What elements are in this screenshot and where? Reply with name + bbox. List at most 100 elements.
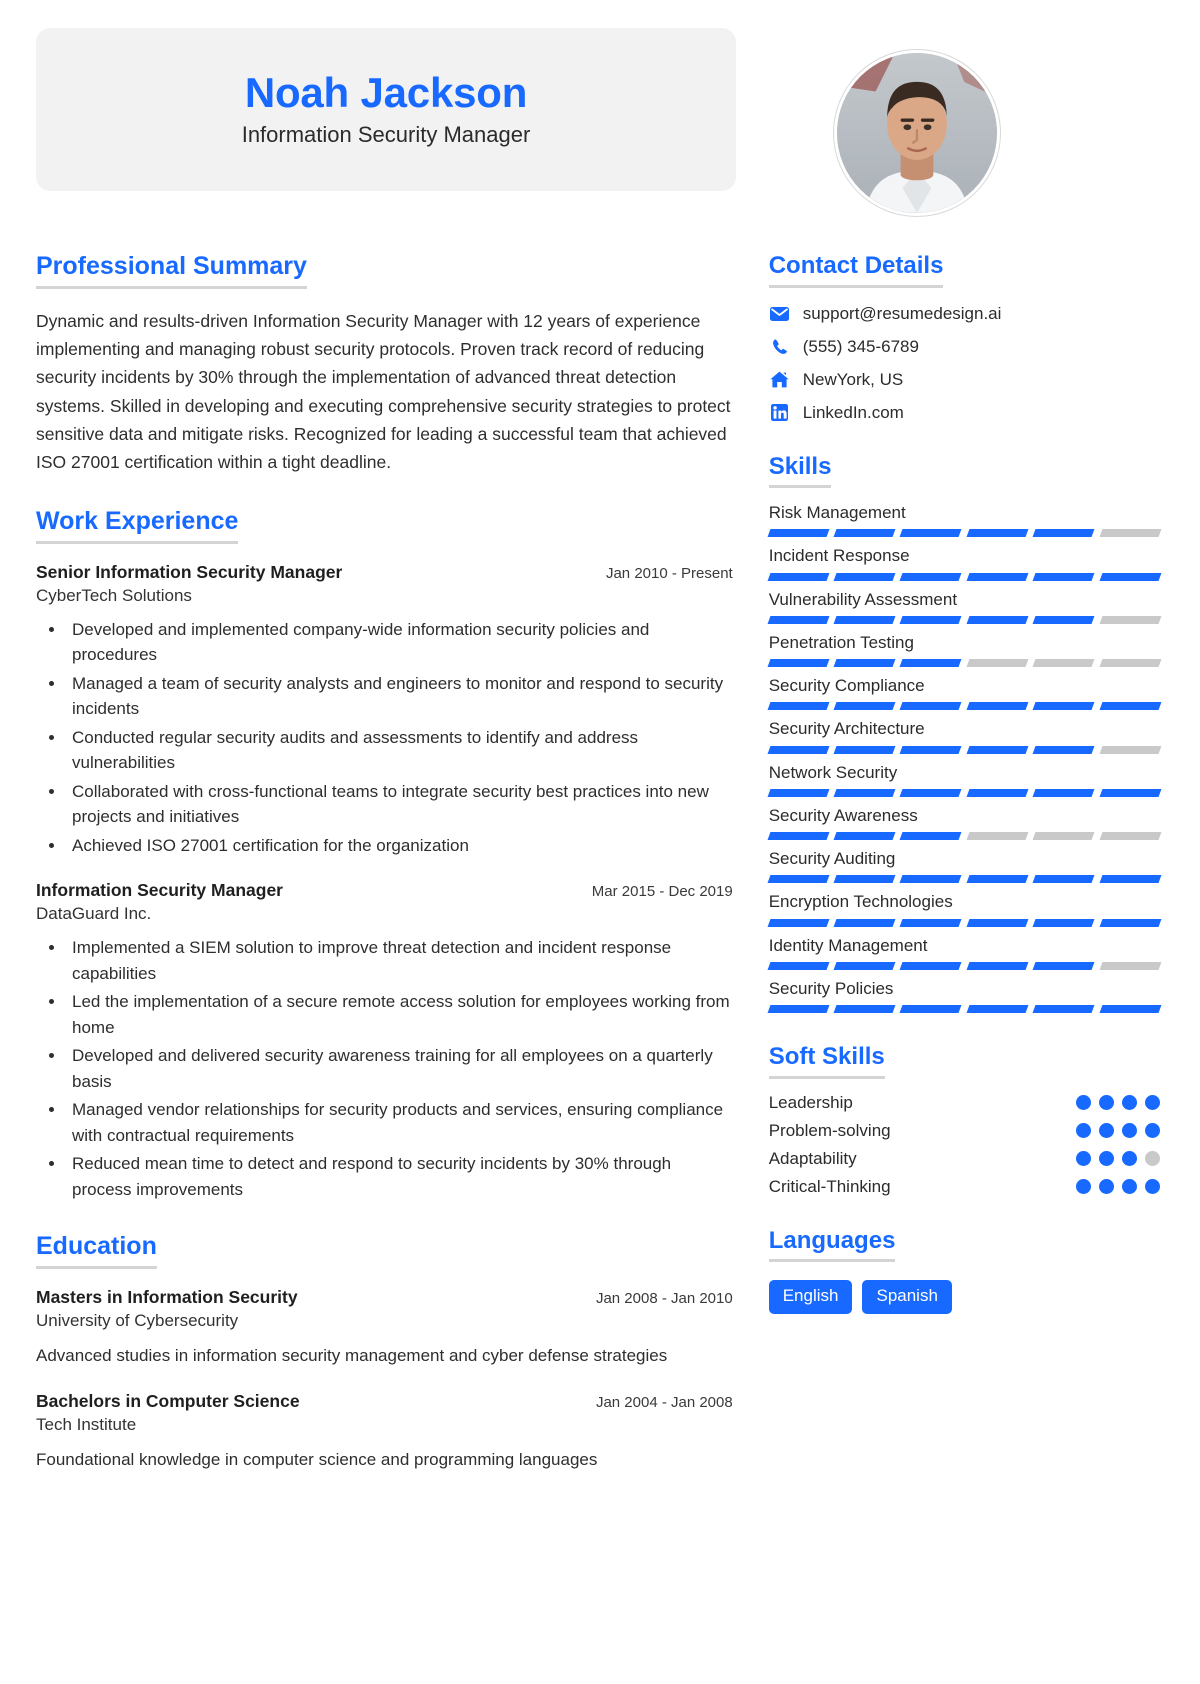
skill-row: Identity Management	[767, 935, 1162, 970]
skill-segment	[833, 918, 896, 927]
list-item: Collaborated with cross-functional teams…	[66, 779, 733, 830]
skill-segment	[767, 875, 830, 884]
degree-title: Bachelors in Computer Science	[36, 1391, 300, 1412]
skill-level-bar	[767, 702, 1162, 711]
languages-heading: Languages	[768, 1227, 896, 1263]
skill-segment	[1032, 961, 1096, 970]
skill-segment	[833, 745, 896, 754]
skill-segment	[1099, 529, 1162, 538]
language-badge: English	[768, 1280, 853, 1314]
skill-segment	[767, 572, 830, 581]
skill-row: Security Awareness	[767, 805, 1162, 841]
skill-segment	[966, 615, 1029, 624]
contact-item-linkedin[interactable]: LinkedIn.com	[769, 403, 1160, 423]
section-languages: Languages English Spanish	[768, 1227, 1160, 1314]
skill-level-bar	[767, 572, 1162, 581]
phone-icon	[769, 337, 791, 357]
skill-label: Risk Management	[768, 503, 906, 523]
section-contact: Contact Details support@resumedesign.ai …	[768, 252, 1160, 423]
contact-value: (555) 345-6789	[802, 336, 919, 356]
skill-segment	[1032, 529, 1096, 538]
skill-level-bar	[767, 961, 1162, 970]
education-entry: Bachelors in Computer Science Jan 2004 -…	[36, 1391, 733, 1473]
list-item: Managed vendor relationships for securit…	[66, 1097, 733, 1148]
skill-segment	[966, 832, 1029, 841]
rating-dot	[1076, 1123, 1091, 1139]
list-item: Reduced mean time to detect and respond …	[66, 1151, 733, 1202]
soft-skill-label: Critical-Thinking	[768, 1176, 891, 1196]
skill-segment	[1032, 832, 1096, 841]
skill-segment	[900, 745, 963, 754]
summary-heading: Professional Summary	[36, 252, 307, 289]
skill-level-bar	[767, 832, 1162, 841]
skill-segment	[1032, 615, 1096, 624]
list-item: Managed a team of security analysts and …	[66, 671, 733, 722]
education-description: Foundational knowledge in computer scien…	[36, 1450, 598, 1470]
skill-row: Risk Management	[767, 502, 1162, 538]
skill-segment	[966, 702, 1029, 711]
skill-level-bar	[767, 1005, 1162, 1014]
skill-segment	[966, 875, 1029, 884]
skill-segment	[1099, 918, 1162, 927]
skill-segment	[900, 659, 963, 668]
skill-segment	[900, 1005, 963, 1014]
skill-segment	[767, 961, 830, 970]
skill-segment	[1099, 615, 1162, 624]
list-item: Developed and delivered security awarene…	[66, 1043, 733, 1094]
skill-row: Security Policies	[767, 978, 1162, 1014]
skill-segment	[1032, 659, 1096, 668]
skill-segment	[1099, 572, 1162, 581]
skill-segment	[833, 572, 896, 581]
skill-segment	[966, 529, 1029, 538]
skill-segment	[1099, 659, 1162, 668]
section-experience: Work Experience Senior Information Secur…	[36, 507, 733, 1202]
list-item: Conducted regular security audits and as…	[66, 725, 733, 776]
entry-role: Senior Information Security Manager	[36, 561, 343, 582]
skill-segment	[833, 615, 896, 624]
skill-row: Security Auditing	[767, 848, 1162, 884]
list-item: Achieved ISO 27001 certification for the…	[66, 833, 733, 859]
skill-segment	[767, 918, 830, 927]
rating-dot	[1076, 1151, 1091, 1167]
entry-org: CyberTech Solutions	[36, 585, 192, 605]
resume-header: Noah Jackson Information Security Manage…	[36, 28, 1160, 216]
skill-segment	[1032, 788, 1096, 797]
experience-heading: Work Experience	[36, 507, 239, 544]
entry-bullets: Implemented a SIEM solution to improve t…	[66, 935, 733, 1202]
entry-header: Information Security Manager Mar 2015 - …	[36, 880, 733, 901]
skill-segment	[767, 702, 830, 711]
education-description: Advanced studies in information security…	[36, 1345, 668, 1365]
contact-item-phone[interactable]: (555) 345-6789	[769, 337, 1160, 357]
rating-dot	[1099, 1151, 1114, 1167]
rating-dot	[1099, 1123, 1114, 1139]
rating-dot	[1145, 1179, 1160, 1195]
skills-list: Risk Management Incident Response Vulnerab…	[767, 502, 1162, 1014]
name-banner: Noah Jackson Information Security Manage…	[36, 28, 736, 191]
skill-label: Security Compliance	[768, 676, 925, 696]
skill-segment	[833, 1005, 896, 1014]
skill-segment	[966, 918, 1029, 927]
section-summary: Professional Summary Dynamic and results…	[36, 252, 733, 477]
skill-label: Security Architecture	[768, 719, 925, 739]
skill-segment	[900, 788, 963, 797]
contact-item-email[interactable]: support@resumedesign.ai	[769, 304, 1160, 324]
skill-segment	[767, 832, 830, 841]
skill-label: Incident Response	[768, 546, 910, 566]
contact-item-location[interactable]: NewYork, US	[769, 370, 1160, 390]
skill-segment	[1099, 702, 1162, 711]
page-title: Noah Jackson	[244, 69, 528, 117]
contact-heading: Contact Details	[768, 252, 944, 288]
skill-segment	[900, 615, 963, 624]
skill-segment	[833, 529, 896, 538]
skill-row: Security Architecture	[767, 718, 1162, 754]
skill-row: Security Compliance	[767, 675, 1162, 711]
home-icon	[769, 370, 791, 390]
languages-list: English Spanish	[768, 1280, 1160, 1314]
skill-segment	[833, 875, 896, 884]
skill-segment	[1032, 745, 1096, 754]
skill-segment	[1099, 1005, 1162, 1014]
list-item: Developed and implemented company-wide i…	[66, 617, 733, 668]
education-entry: Masters in Information Security Jan 2008…	[36, 1287, 733, 1369]
soft-skills-list: Leadership Problem-solving Adaptability Cri…	[769, 1093, 1160, 1197]
skills-heading: Skills	[768, 453, 832, 489]
